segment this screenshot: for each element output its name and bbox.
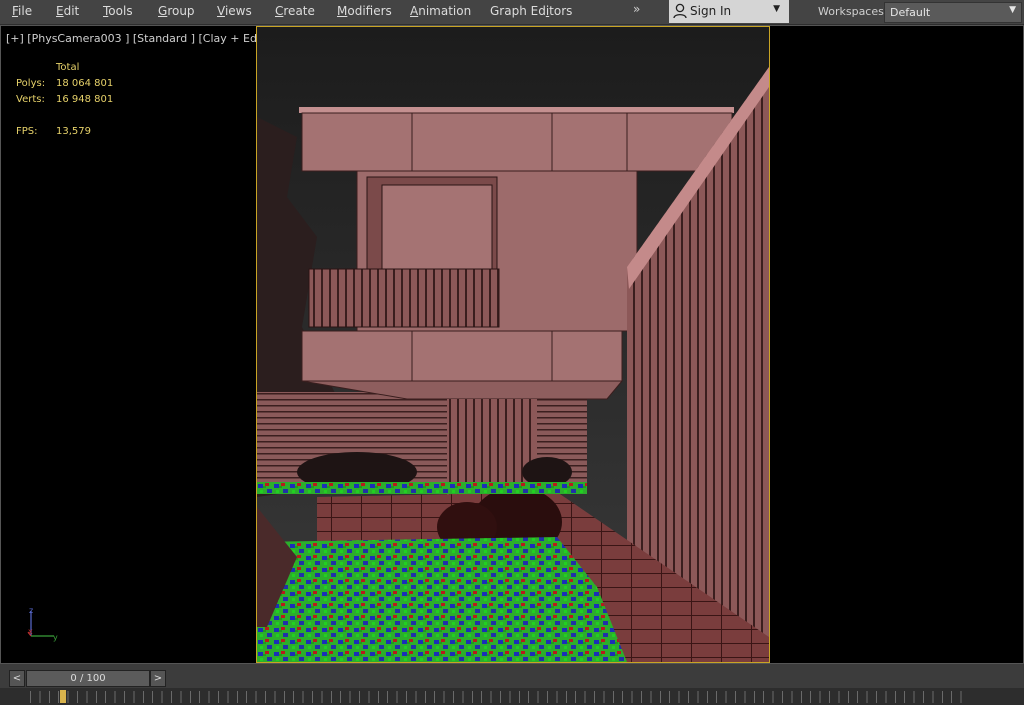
axis-tripod-icon: z x y bbox=[27, 606, 58, 642]
menu-animation[interactable]: Animation bbox=[410, 3, 471, 19]
user-icon bbox=[673, 3, 687, 19]
menu-views[interactable]: Views bbox=[217, 3, 252, 19]
workspaces-value: Default bbox=[890, 6, 931, 19]
track-bar[interactable] bbox=[0, 688, 1024, 705]
polys-value: 18 064 801 bbox=[56, 78, 114, 89]
prev-frame-button[interactable]: < bbox=[9, 670, 25, 687]
track-ticks bbox=[30, 691, 970, 703]
workspaces-select[interactable]: Default ▼ bbox=[884, 2, 1022, 23]
fps-value: 13,579 bbox=[56, 126, 91, 137]
sign-in-label: Sign In bbox=[690, 4, 732, 18]
menu-modifiers[interactable]: Modifiers bbox=[337, 3, 392, 19]
axis-y-label: y bbox=[53, 633, 58, 642]
menu-bar: File Edit Tools Group Views Create Modif… bbox=[0, 0, 1024, 25]
menu-file[interactable]: File bbox=[12, 3, 32, 19]
sign-in-button[interactable]: Sign In ▼ bbox=[669, 0, 789, 23]
camera-safe-frame bbox=[256, 26, 770, 663]
chevron-down-icon: ▼ bbox=[1009, 5, 1016, 15]
time-slider[interactable]: 0 / 100 bbox=[26, 670, 150, 687]
stats-header: Total bbox=[56, 62, 80, 73]
workspaces-label: Workspaces: bbox=[818, 5, 888, 18]
axis-z-label: z bbox=[29, 606, 33, 615]
chevron-down-icon: ▼ bbox=[773, 4, 780, 14]
fps-label: FPS: bbox=[16, 126, 38, 137]
polys-label: Polys: bbox=[16, 78, 46, 89]
verts-label: Verts: bbox=[16, 94, 45, 105]
menu-graph-editors[interactable]: Graph Editors bbox=[490, 3, 572, 19]
current-frame-marker[interactable] bbox=[60, 690, 66, 703]
verts-value: 16 948 801 bbox=[56, 94, 114, 105]
chevron-double-right-icon[interactable]: » bbox=[633, 2, 640, 16]
viewport[interactable]: [+] [PhysCamera003 ] [Standard ] [Clay +… bbox=[0, 25, 1024, 664]
time-slider-bar: < 0 / 100 > bbox=[0, 664, 1024, 705]
menu-create[interactable]: Create bbox=[275, 3, 315, 19]
menu-edit[interactable]: Edit bbox=[56, 3, 79, 19]
scene-render bbox=[257, 27, 769, 662]
axis-x-label: x bbox=[28, 627, 33, 636]
next-frame-button[interactable]: > bbox=[150, 670, 166, 687]
menu-group[interactable]: Group bbox=[158, 3, 195, 19]
menu-tools[interactable]: Tools bbox=[103, 3, 133, 19]
